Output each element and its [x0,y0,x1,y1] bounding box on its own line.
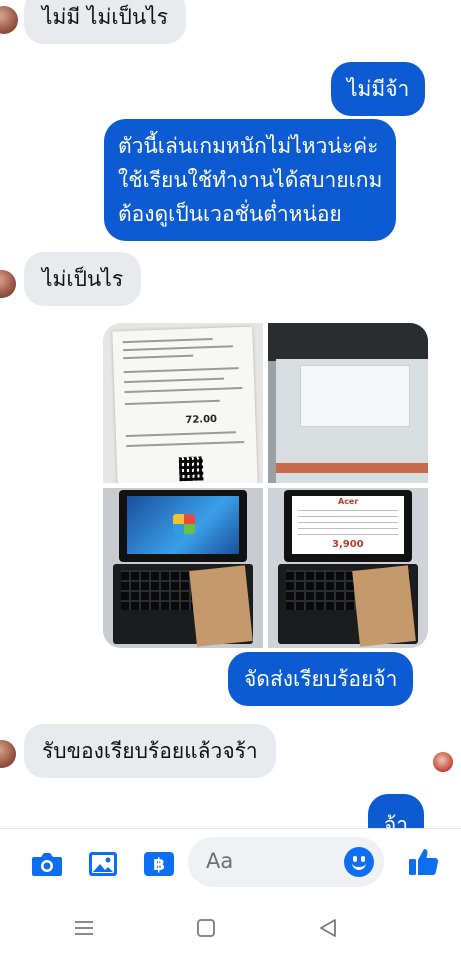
nav-menu-icon[interactable] [72,916,96,940]
message-input[interactable]: Aa [188,837,384,887]
message-bubble-incoming[interactable]: ไม่เป็นไร [24,252,142,306]
laptop-screen: Acer 3,900 [284,490,412,562]
message-text-line: ใช้เรียนใช้ทำงานได้สบายเกม [118,168,383,192]
contact-avatar[interactable] [0,6,18,34]
nav-back-icon[interactable] [316,916,340,940]
laptop-screen [119,490,247,562]
seen-receipt-avatar [433,752,453,772]
contact-avatar[interactable] [0,270,16,298]
spec-price: 3,900 [332,539,364,550]
message-bubble-outgoing[interactable]: ไม่มีจ้า [331,62,426,116]
receipt-photo[interactable]: 72.00 [103,323,263,483]
box-photo[interactable] [268,323,428,483]
message-text: ไม่เป็นไร [42,267,124,291]
message-text-line: ต้องดูเป็นเวอชั่นต่ำหน่อย [118,202,342,226]
spec-sheet: Acer 3,900 [292,496,404,554]
receipt-total: 72.00 [185,413,218,426]
message-input-placeholder: Aa [206,849,234,873]
spec-brand: Acer [338,497,359,506]
photo-grid[interactable]: 72.00 Acer 3,900 [103,323,428,648]
box-label [300,365,410,427]
laptop-photo-specs[interactable]: Acer 3,900 [268,488,428,648]
message-composer: ฿ Aa [0,828,461,896]
camera-icon[interactable] [30,847,64,881]
grid-menu-icon[interactable] [0,847,20,881]
image-icon[interactable] [86,847,120,881]
message-text-line: ตัวนี้เล่นเกมหนักไม่ไหวน่ะค่ะ [118,134,379,158]
baht-payment-icon[interactable]: ฿ [142,847,176,881]
message-bubble-incoming[interactable]: รับของเรียบร้อยแล้วจร้า [24,724,276,778]
message-text: ไม่มีจ้า [347,77,410,101]
thumbs-up-icon[interactable] [406,845,440,879]
message-thread: ไม่มี ไม่เป็นไร ไม่มีจ้า ตัวนี้เล่นเกมหน… [0,0,461,828]
box-background [268,323,428,361]
nav-home-icon[interactable] [194,916,218,940]
message-text: จัดส่งเรียบร้อยจ้า [244,667,398,691]
message-bubble-outgoing[interactable]: ตัวนี้เล่นเกมหนักไม่ไหวน่ะค่ะ ใช้เรียนใช… [104,119,397,241]
message-text: จ้า [384,813,409,828]
emoji-icon[interactable] [344,847,374,877]
message-bubble-outgoing[interactable]: จัดส่งเรียบร้อยจ้า [228,652,414,706]
contact-avatar[interactable] [0,740,16,768]
message-bubble-incoming[interactable]: ไม่มี ไม่เป็นไร [24,0,187,44]
windows-desktop [127,496,239,554]
windows-logo-icon [173,514,195,534]
box-stripe [276,463,428,473]
qr-code [178,456,204,482]
receipt-paper: 72.00 [112,326,258,483]
cardboard-piece [189,565,253,647]
message-text: รับของเรียบร้อยแล้วจร้า [42,739,258,763]
system-navigation-bar [0,896,461,960]
message-bubble-outgoing[interactable]: จ้า [368,794,425,828]
message-text: ไม่มี ไม่เป็นไร [42,5,169,29]
cardboard-piece [352,565,416,647]
laptop-photo-windows[interactable] [103,488,263,648]
svg-text:฿: ฿ [153,855,165,875]
shipping-box [276,359,428,483]
